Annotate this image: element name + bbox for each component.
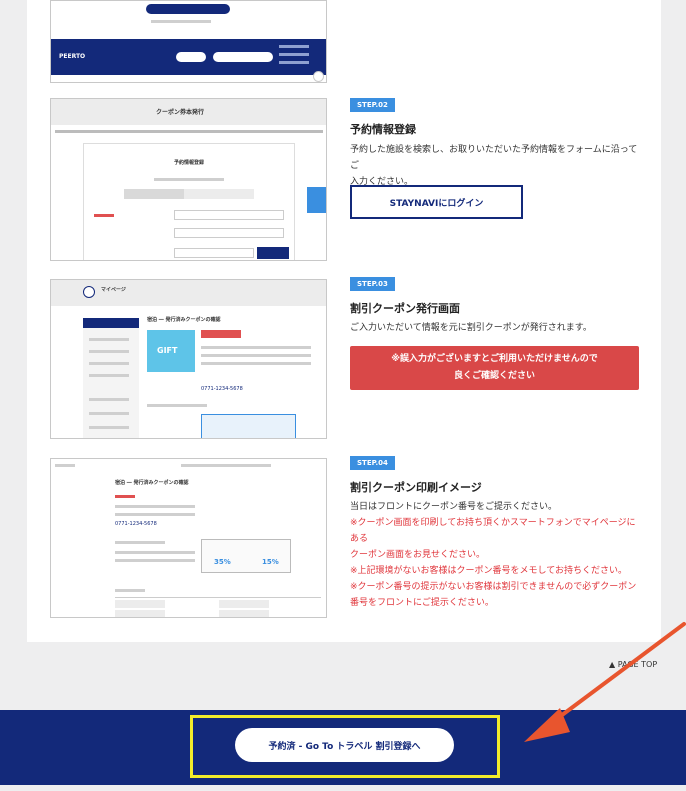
step02-description: 予約した施設を検索し、お取りいただいた予約情報をフォームに沿ってご 入力ください… [350,145,638,187]
step02-tag: STEP.02 [350,98,395,112]
step03-description: ご入力いただいて情報を元に割引クーポンが発行されます。 [350,323,592,333]
footer-bottom-strip [0,785,686,791]
step03-screenshot: マイページ 宿泊 ― 発行済みクーポンの確認 GIFT 0771-1234-56… [50,279,327,439]
step04-title: 割引クーポン印刷イメージ [350,481,482,494]
step02-title: 予約情報登録 [350,123,416,136]
step02-screenshot: クーポン券本発行 予約情報登録 [50,98,327,261]
staynavi-login-button[interactable]: STAYNAVIにログイン [350,185,523,219]
step01-screenshot: PEERTO [50,0,327,83]
step03-title: 割引クーポン発行画面 [350,302,460,315]
step04-screenshot: 宿泊 ― 発行済みクーポンの確認 0771-1234-5678 35% 15% [50,458,327,618]
step03-tag: STEP.03 [350,277,395,291]
warning-box: ※誤入力がございますとご利用いただけませんので 良くご確認ください [350,346,639,390]
goto-travel-register-button[interactable]: 予約済 - Go To トラベル 割引登録へ [235,728,454,762]
step04-description: 当日はフロントにクーポン番号をご提示ください。 ※クーポン画面を印刷してお持ち頂… [350,502,637,608]
step04-tag: STEP.04 [350,456,395,470]
peerto-logo: PEERTO [59,53,86,60]
arrow-icon [524,622,686,742]
